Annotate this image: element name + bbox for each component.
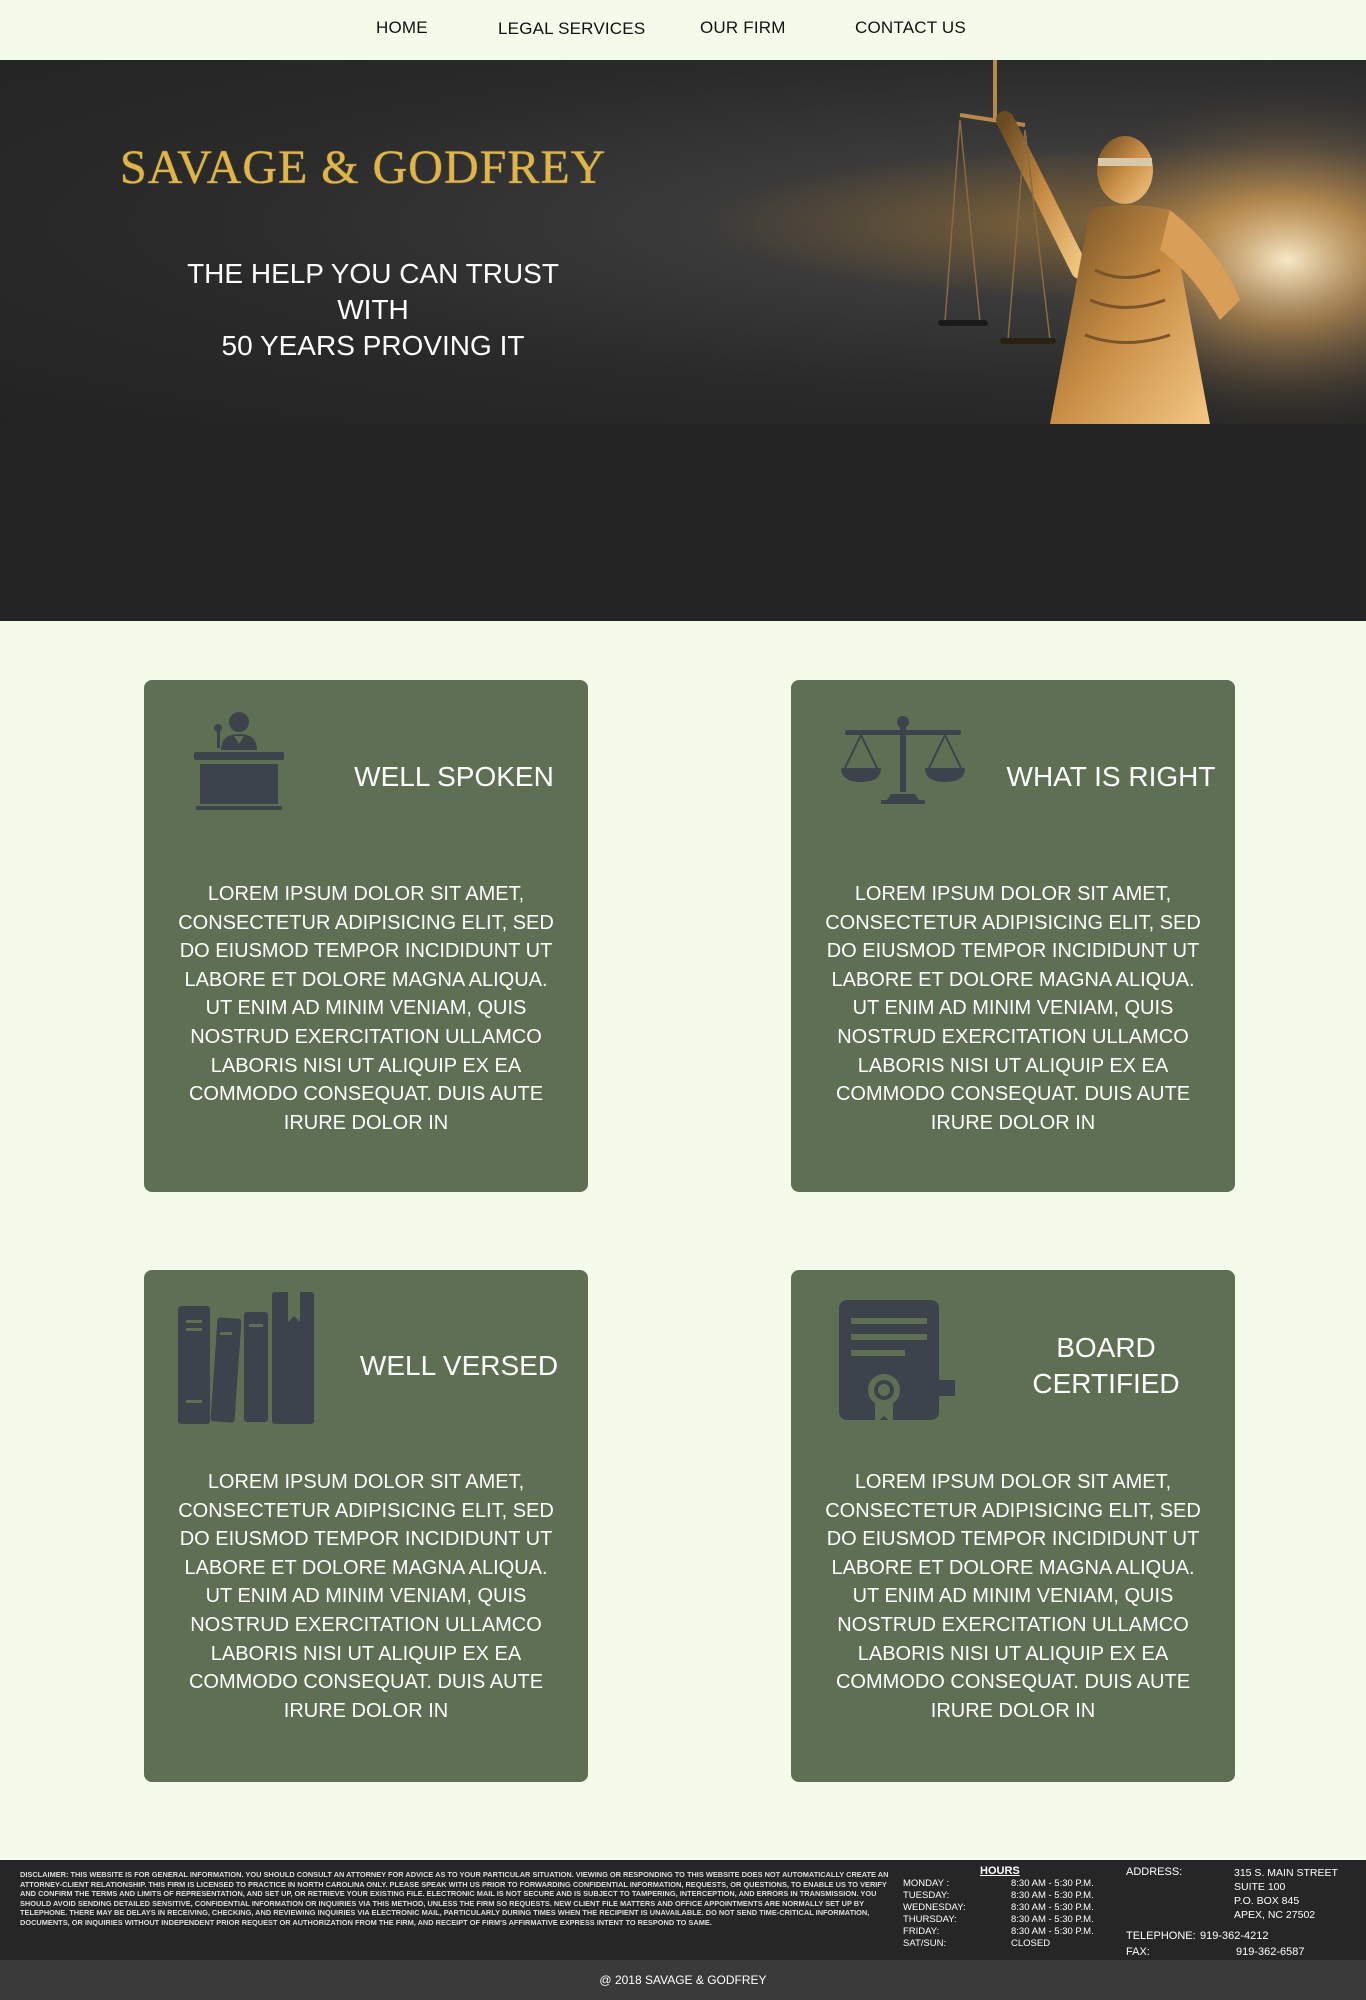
address-line: 315 S. MAIN STREET [1234, 1867, 1338, 1879]
hours-day: TUESDAY: [903, 1890, 950, 1901]
hours-day: MONDAY : [903, 1878, 950, 1889]
hours-day: THURSDAY: [903, 1914, 957, 1925]
card-title: WHAT IS RIGHT [1006, 761, 1216, 792]
hours-day: SAT/SUN: [903, 1938, 947, 1949]
lady-justice-statue-image [840, 60, 1366, 424]
hours-row: FRIDAY: 8:30 AM - 5:30 P.M. [903, 1926, 1094, 1938]
address-label: ADDRESS: [1126, 1866, 1183, 1878]
telephone-number[interactable]: 919-362-4212 [1200, 1930, 1269, 1942]
hours-heading: HOURS [980, 1865, 1020, 1877]
telephone-label: TELEPHONE: [1126, 1930, 1196, 1942]
tagline-line-3: 50 YEARS PROVING IT [221, 330, 525, 361]
card-title-line-1: BOARD [1056, 1332, 1156, 1363]
nav-legal-services-link[interactable]: LEGAL SERVICES [498, 19, 645, 39]
nav-home-link[interactable]: HOME [376, 18, 428, 38]
card-body-text: LOREM IPSUM DOLOR SIT AMET, CONSECTETUR … [825, 883, 1201, 1134]
address-block: 315 S. MAIN STREET SUITE 100 P.O. BOX 84… [1234, 1866, 1338, 1922]
fax-label: FAX: [1126, 1946, 1150, 1958]
site-footer: DISCLAIMER: THIS WEBSITE IS FOR GENERAL … [0, 1860, 1366, 1960]
brand-logo-text: SAVAGE & GODFREY [120, 141, 607, 194]
books-icon [178, 1292, 314, 1424]
feature-card-well-spoken: WELL SPOKEN LOREM IPSUM DOLOR SIT AMET, … [144, 680, 588, 1192]
feature-card-what-is-right: WHAT IS RIGHT LOREM IPSUM DOLOR SIT AMET… [791, 680, 1235, 1192]
copyright-bar: @ 2018 SAVAGE & GODFREY [0, 1960, 1366, 2000]
hours-day: FRIDAY: [903, 1926, 940, 1937]
disclaimer-text: DISCLAIMER: THIS WEBSITE IS FOR GENERAL … [20, 1870, 889, 1927]
card-body-text: LOREM IPSUM DOLOR SIT AMET, CONSECTETUR … [825, 1471, 1201, 1722]
hours-day: WEDNESDAY: [903, 1902, 966, 1913]
hours-time: 8:30 AM - 5:30 P.M. [1011, 1926, 1094, 1937]
hero-tagline: THE HELP YOU CAN TRUST WITH 50 YEARS PRO… [173, 256, 573, 364]
scales-icon [841, 716, 965, 804]
feature-card-board-certified: BOARD CERTIFIED LOREM IPSUM DOLOR SIT AM… [791, 1270, 1235, 1782]
hours-list: MONDAY : 8:30 AM - 5:30 P.M. TUESDAY: 8:30… [903, 1878, 1094, 1950]
hero-dark-band [0, 424, 1366, 621]
card-title: BOARD CERTIFIED [991, 1330, 1221, 1402]
hours-row: SAT/SUN: CLOSED [903, 1938, 1094, 1950]
hours-row: THURSDAY: 8:30 AM - 5:30 P.M. [903, 1914, 1094, 1926]
hours-time: 8:30 AM - 5:30 P.M. [1011, 1902, 1094, 1913]
hero-banner: SAVAGE & GODFREY THE HELP YOU CAN TRUST … [0, 60, 1366, 424]
fax-number: 919-362-6587 [1236, 1946, 1305, 1958]
hours-time: CLOSED [1011, 1938, 1051, 1949]
hours-time: 8:30 AM - 5:30 P.M. [1011, 1890, 1094, 1901]
address-line: APEX, NC 27502 [1234, 1909, 1316, 1921]
card-body-text: LOREM IPSUM DOLOR SIT AMET, CONSECTETUR … [178, 883, 554, 1134]
hours-time: 8:30 AM - 5:30 P.M. [1011, 1914, 1094, 1925]
podium-speaker-icon [194, 712, 284, 810]
address-line: SUITE 100 [1234, 1881, 1286, 1893]
hours-row: TUESDAY: 8:30 AM - 5:30 P.M. [903, 1890, 1094, 1902]
certificate-icon [839, 1300, 955, 1424]
card-title-line-2: CERTIFIED [1032, 1368, 1180, 1399]
tagline-line-1: THE HELP YOU CAN TRUST [187, 258, 559, 289]
hours-row: MONDAY : 8:30 AM - 5:30 P.M. [903, 1878, 1094, 1890]
hours-row: WEDNESDAY: 8:30 AM - 5:30 P.M. [903, 1902, 1094, 1914]
nav-our-firm-link[interactable]: OUR FIRM [700, 18, 786, 38]
top-navigation: HOME LEGAL SERVICES OUR FIRM CONTACT US [0, 0, 1366, 60]
hours-time: 8:30 AM - 5:30 P.M. [1011, 1878, 1094, 1889]
card-body-text: LOREM IPSUM DOLOR SIT AMET, CONSECTETUR … [178, 1471, 554, 1722]
nav-contact-us-link[interactable]: CONTACT US [855, 18, 966, 38]
address-line: P.O. BOX 845 [1234, 1895, 1300, 1907]
feature-card-well-versed: WELL VERSED LOREM IPSUM DOLOR SIT AMET, … [144, 1270, 588, 1782]
card-title: WELL SPOKEN [354, 761, 554, 792]
card-title: WELL VERSED [359, 1350, 559, 1381]
tagline-line-2: WITH [337, 294, 409, 325]
